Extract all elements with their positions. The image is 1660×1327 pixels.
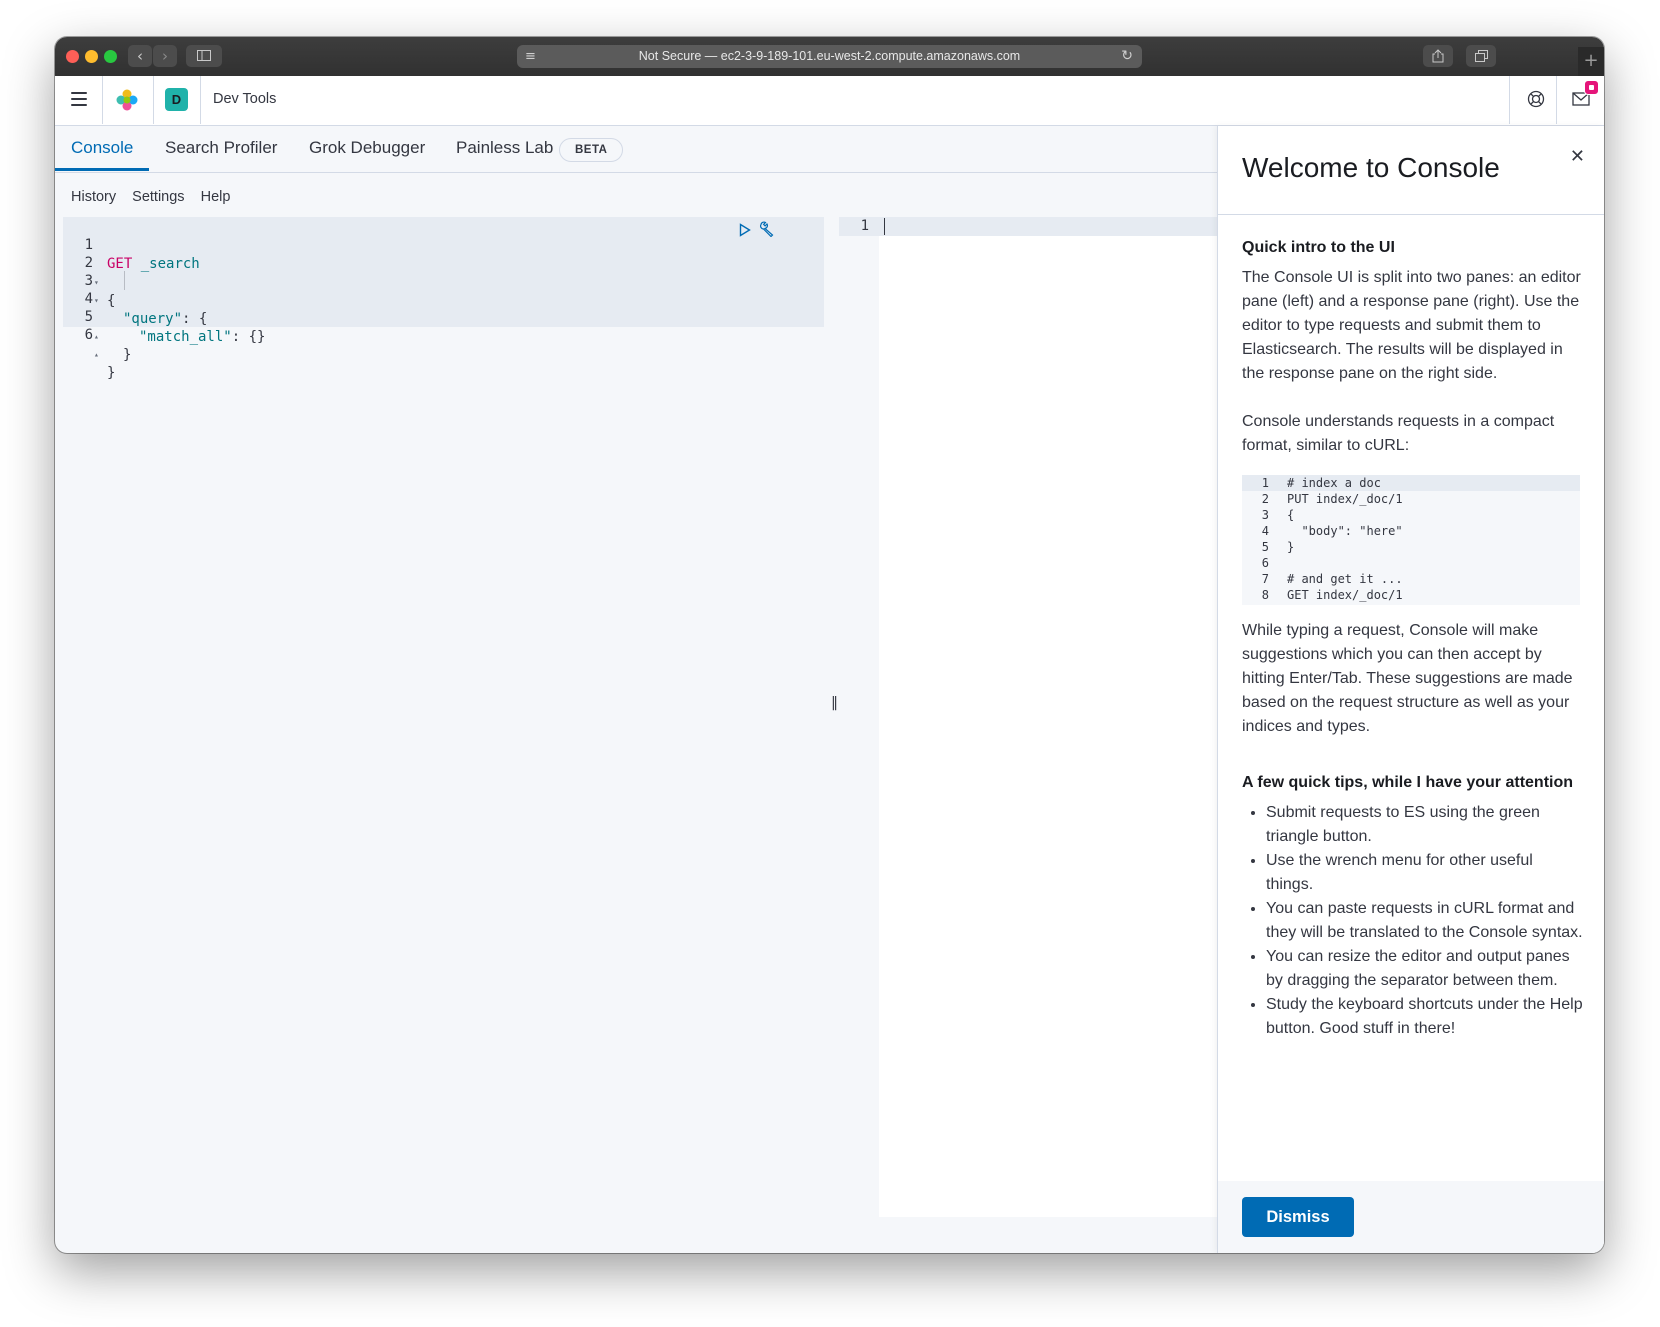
tabs-overview-button[interactable] — [1466, 45, 1496, 67]
editor-line: 5 ▴ } — [84, 309, 132, 363]
settings-link[interactable]: Settings — [132, 189, 184, 205]
tip-item: Submit requests to ES using the green tr… — [1266, 801, 1584, 849]
editor-line: 6 ▴ } — [84, 327, 116, 381]
tabs-icon — [1474, 50, 1488, 62]
reader-view-icon[interactable]: ≡ — [525, 45, 536, 68]
output-gutter — [839, 217, 879, 1217]
send-request-play-icon[interactable] — [739, 223, 751, 237]
browser-titlebar: ‹ › ≡ Not Secure — ec2-3-9-189-101.eu-we… — [55, 37, 1604, 77]
header-divider — [102, 76, 103, 124]
history-link[interactable]: History — [71, 189, 116, 205]
editor-line: 3 ▾ "query": { — [84, 273, 208, 327]
wrench-icon[interactable] — [759, 221, 775, 238]
code-line: 3{ — [1261, 508, 1295, 522]
space-avatar[interactable]: D — [165, 88, 188, 111]
kibana-header: D Dev Tools — [55, 76, 1604, 126]
output-line-highlight — [839, 217, 1217, 236]
flyout-footer: Dismiss — [1218, 1181, 1604, 1253]
intro-paragraph: While typing a request, Console will mak… — [1242, 622, 1573, 735]
dev-tools-tabs: Console Search Profiler Grok Debugger Pa… — [55, 126, 1217, 173]
browser-window: ‹ › ≡ Not Secure — ec2-3-9-189-101.eu-we… — [55, 37, 1604, 1253]
close-window-button[interactable] — [66, 50, 79, 63]
flyout-title: Welcome to Console — [1242, 152, 1500, 183]
tip-item: You can resize the editor and output pan… — [1266, 945, 1584, 993]
intro-paragraph: Console understands requests in a compac… — [1242, 413, 1555, 454]
example-code-block: 1 # index a doc 2 PUT index/_doc/1 3{ 4 "b… — [1242, 475, 1580, 605]
welcome-flyout: Welcome to Console ✕ Quick intro to the … — [1217, 126, 1604, 1253]
code-line: 8 GET index/_doc/1 — [1261, 588, 1403, 602]
code-line: 5} — [1261, 540, 1295, 554]
chevron-right-icon: › — [162, 47, 168, 65]
url-text: Not Secure — ec2-3-9-189-101.eu-west-2.c… — [638, 49, 1021, 63]
output-line-number: 1 — [860, 218, 869, 234]
chevron-left-icon: ‹ — [137, 47, 143, 65]
share-button[interactable] — [1423, 45, 1453, 67]
console-menu: History Settings Help — [71, 189, 242, 205]
drag-handle-icon: ‖ — [831, 695, 838, 711]
back-button[interactable]: ‹ — [128, 45, 152, 67]
header-divider — [1556, 76, 1557, 124]
dismiss-button[interactable]: Dismiss — [1242, 1197, 1354, 1237]
maximize-window-button[interactable] — [104, 50, 117, 63]
close-icon[interactable]: ✕ — [1570, 146, 1585, 167]
tips-heading: A few quick tips, while I have your atte… — [1242, 774, 1574, 791]
editor-line: 4 "match_all": {} — [63, 271, 265, 345]
header-divider — [1509, 76, 1510, 124]
header-divider — [200, 76, 201, 124]
editor-line: 2 ▾ { — [84, 255, 116, 309]
code-line: 2 PUT index/_doc/1 — [1261, 492, 1403, 506]
address-bar[interactable]: ≡ Not Secure — ec2-3-9-189-101.eu-west-2… — [517, 45, 1142, 68]
share-icon — [1432, 49, 1444, 63]
flyout-header: Welcome to Console ✕ — [1218, 126, 1604, 215]
elastic-logo-icon[interactable] — [116, 89, 138, 111]
help-link[interactable]: Help — [201, 189, 231, 205]
notification-badge — [1584, 80, 1599, 95]
request-actions — [739, 221, 775, 242]
tip-item: Study the keyboard shortcuts under the H… — [1266, 993, 1584, 1041]
header-divider — [153, 76, 154, 124]
forward-button[interactable]: › — [153, 45, 177, 67]
flyout-body: Quick intro to the UI The Console UI is … — [1242, 236, 1584, 1041]
beta-badge: BETA — [559, 138, 624, 162]
tip-item: You can paste requests in cURL format an… — [1266, 897, 1584, 945]
intro-heading: Quick intro to the UI — [1242, 239, 1395, 256]
minimize-window-button[interactable] — [85, 50, 98, 63]
tab-painless-lab[interactable]: Painless Lab — [456, 138, 553, 170]
code-line: 6 — [1261, 556, 1269, 570]
code-line: 1 # index a doc — [1242, 475, 1580, 491]
tab-search-profiler[interactable]: Search Profiler — [165, 138, 277, 170]
intro-paragraph: The Console UI is split into two panes: … — [1242, 269, 1581, 382]
breadcrumb: Dev Tools — [213, 91, 277, 107]
sidebar-icon — [197, 50, 211, 61]
tab-console[interactable]: Console — [55, 138, 150, 171]
reload-icon[interactable]: ↻ — [1121, 45, 1133, 68]
fold-toggle-icon[interactable]: ▴ — [94, 345, 99, 364]
sidebar-toggle-button[interactable] — [186, 45, 222, 67]
text-cursor — [884, 218, 885, 235]
hamburger-menu-icon[interactable] — [71, 92, 87, 106]
request-editor[interactable]: 1 GET _search 2 ▾ { 3 ▾ "query": { 4 "ma… — [63, 217, 824, 1217]
tip-item: Use the wrench menu for other useful thi… — [1266, 849, 1584, 897]
code-line: 7 # and get it ... — [1261, 572, 1403, 586]
editor-line: 1 GET _search — [84, 237, 200, 272]
help-menu-icon[interactable] — [1527, 90, 1545, 108]
code-line: 4 "body": "here" — [1261, 524, 1403, 538]
tips-list: Submit requests to ES using the green tr… — [1242, 801, 1584, 1041]
tab-grok-debugger[interactable]: Grok Debugger — [309, 138, 425, 170]
new-tab-button[interactable]: + — [1578, 47, 1604, 76]
response-pane[interactable]: 1 — [839, 217, 1217, 1217]
